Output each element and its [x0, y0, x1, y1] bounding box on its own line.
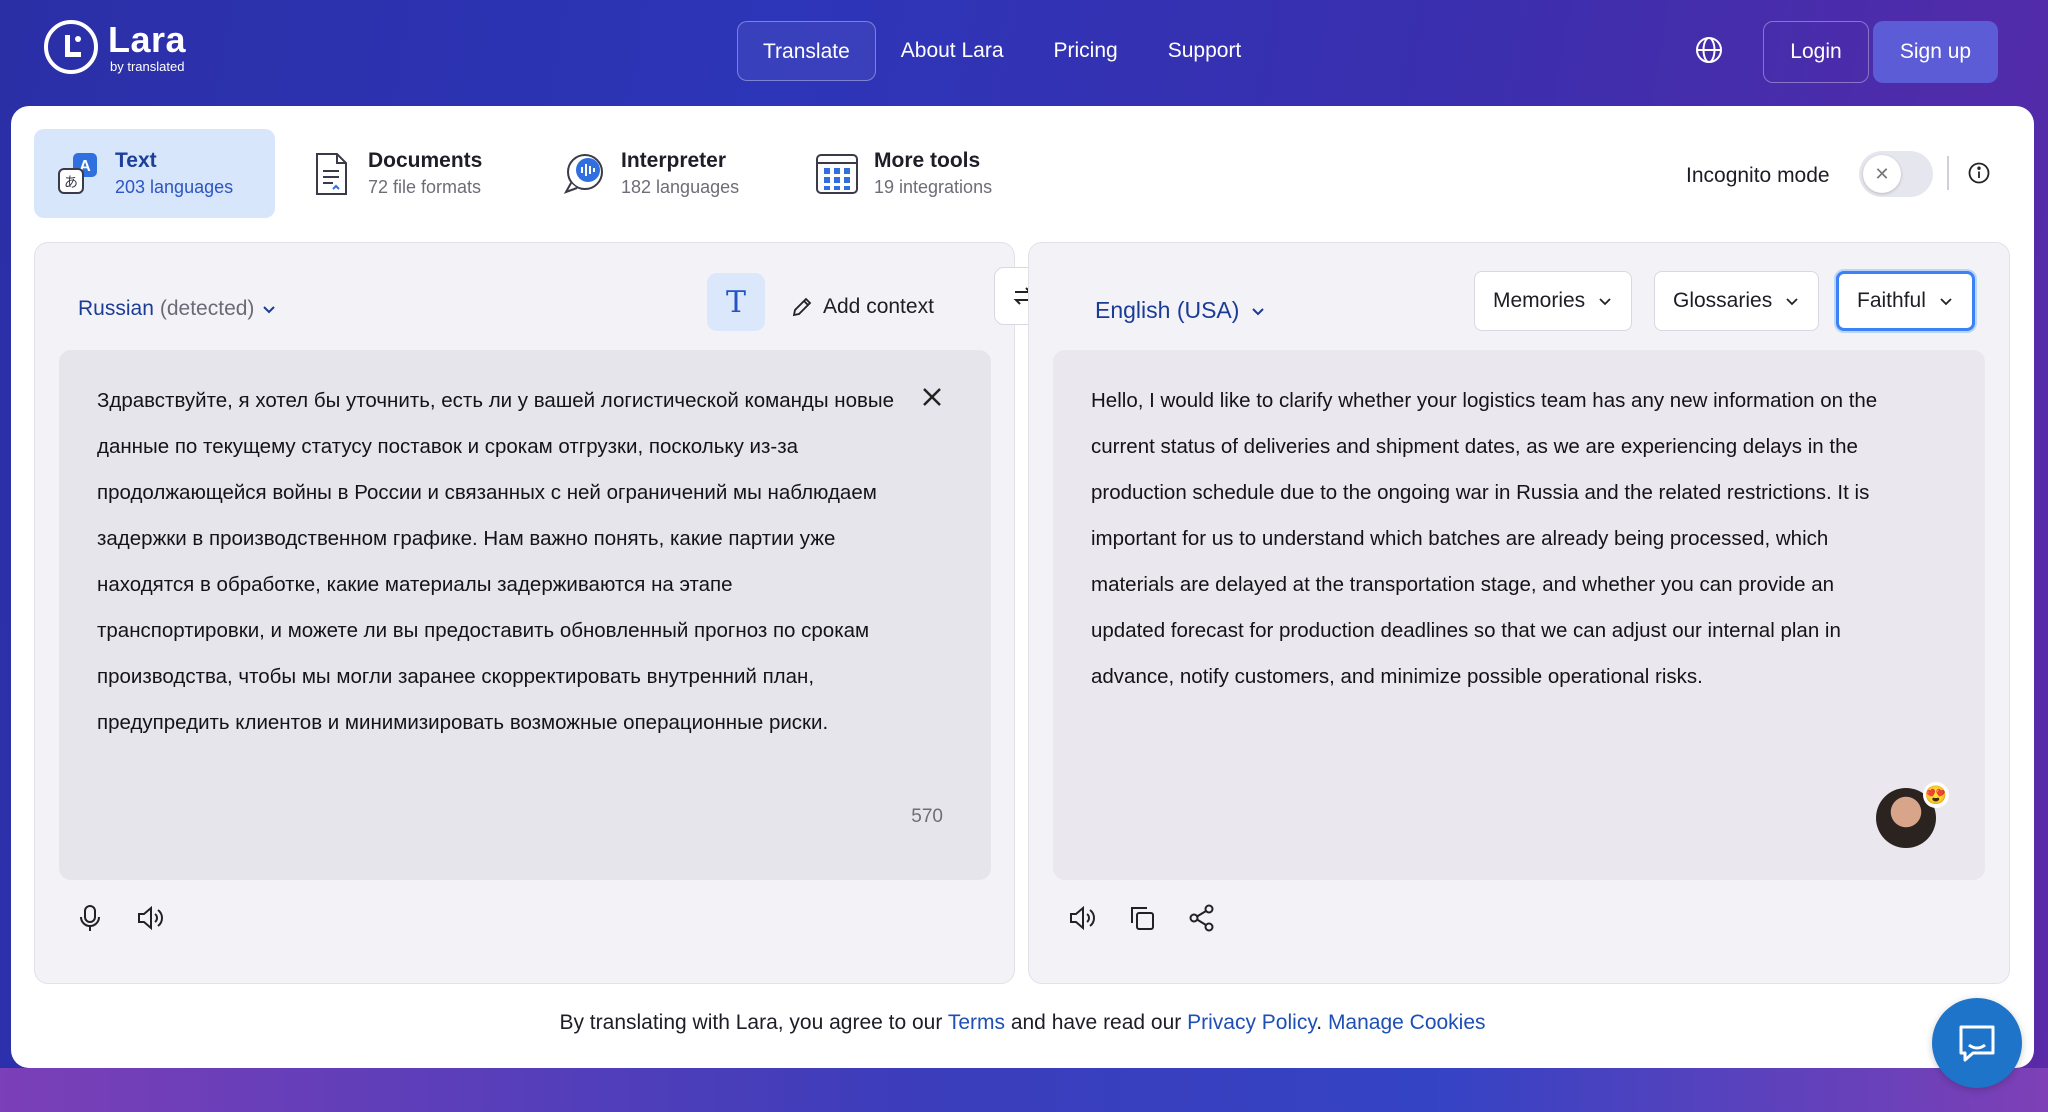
signup-button[interactable]: Sign up — [1873, 21, 1998, 83]
pencil-icon — [792, 297, 812, 317]
copy-icon[interactable] — [1127, 903, 1157, 933]
divider — [1947, 156, 1949, 190]
speaker-icon[interactable] — [1067, 903, 1097, 933]
chat-support-button[interactable] — [1932, 998, 2022, 1088]
tab-interpreter[interactable]: Interpreter 182 languages — [540, 129, 781, 218]
source-language-select[interactable]: Russian (detected) — [78, 297, 278, 321]
add-context-button[interactable]: Add context — [791, 295, 934, 319]
target-actions — [1067, 903, 1217, 933]
chevron-down-icon — [1252, 307, 1265, 315]
background-bottom — [0, 1068, 2048, 1112]
incognito-toggle[interactable]: ✕ — [1859, 151, 1933, 197]
tab-more-tools-title: More tools — [874, 149, 981, 172]
manage-cookies-link[interactable]: Manage Cookies — [1328, 1011, 1486, 1034]
memories-dropdown[interactable]: Memories — [1474, 271, 1633, 331]
interpreter-icon — [561, 151, 607, 197]
nav-translate[interactable]: Translate — [737, 21, 876, 81]
target-language-select[interactable]: English (USA) — [1095, 297, 1267, 324]
login-button[interactable]: Login — [1763, 21, 1869, 83]
chevron-down-icon — [1940, 298, 1952, 306]
add-context-label: Add context — [823, 295, 934, 318]
footer-prefix: By translating with Lara, you agree to o… — [559, 1011, 948, 1034]
tab-documents-sub: 72 file formats — [368, 177, 482, 197]
speaker-icon[interactable] — [135, 903, 165, 933]
clear-text-icon[interactable] — [919, 384, 945, 410]
tab-text-sub: 203 languages — [115, 177, 234, 197]
document-icon — [308, 151, 354, 197]
target-text: Hello, I would like to clarify whether y… — [1091, 389, 1878, 688]
globe-icon[interactable] — [1694, 35, 1724, 65]
tab-documents[interactable]: Documents 72 file formats — [287, 129, 528, 218]
lara-logo[interactable]: Lara by translated — [44, 20, 186, 74]
chat-bubble-icon — [1959, 1025, 1995, 1062]
privacy-policy-link[interactable]: Privacy Policy — [1187, 1011, 1316, 1034]
target-output: Hello, I would like to clarify whether y… — [1053, 350, 1985, 880]
tab-more-tools-sub: 19 integrations — [874, 177, 993, 197]
toggle-off-icon: ✕ — [1863, 155, 1901, 193]
tab-more-tools[interactable]: More tools 19 integrations — [793, 129, 1034, 218]
glossaries-label: Glossaries — [1673, 289, 1773, 312]
tab-text[interactable]: A あ Text 203 languages — [34, 129, 275, 218]
footer-sep: . — [1316, 1011, 1328, 1034]
brand-name: Lara — [108, 18, 187, 60]
grid-icon — [814, 151, 860, 197]
source-actions — [75, 903, 165, 933]
main-nav: Translate About Lara Pricing Support — [737, 21, 1266, 81]
char-count: 570 — [911, 806, 943, 827]
translator-card: A あ Text 203 languages Documents 72 file… — [11, 106, 2034, 1068]
source-panel: Russian (detected) T Add context Здравст… — [34, 242, 1015, 984]
source-text: Здравствуйте, я хотел бы уточнить, есть … — [97, 389, 895, 734]
nav-support[interactable]: Support — [1143, 21, 1267, 81]
target-language: English (USA) — [1095, 297, 1240, 323]
info-icon[interactable] — [1968, 162, 1990, 184]
memories-label: Memories — [1493, 289, 1586, 312]
style-dropdown[interactable]: Faithful — [1836, 271, 1975, 331]
share-icon[interactable] — [1187, 903, 1217, 933]
tab-interpreter-sub: 182 languages — [621, 177, 740, 197]
chevron-down-icon — [263, 306, 276, 314]
tab-text-title: Text — [115, 149, 157, 172]
brand-sub: by translated — [110, 58, 185, 74]
svg-text:あ: あ — [64, 175, 78, 191]
microphone-icon[interactable] — [75, 903, 105, 933]
text-format-button[interactable]: T — [707, 273, 765, 331]
style-label: Faithful — [1857, 289, 1926, 312]
glossaries-dropdown[interactable]: Glossaries — [1654, 271, 1820, 331]
lara-logo-icon — [44, 20, 98, 74]
chevron-down-icon — [1599, 298, 1611, 306]
target-panel: English (USA) Memories Glossaries Faithf… — [1028, 242, 2010, 984]
terms-link[interactable]: Terms — [948, 1011, 1005, 1034]
incognito-label: Incognito mode — [1686, 164, 1830, 187]
tab-documents-title: Documents — [368, 149, 483, 172]
detected-label: (detected) — [159, 297, 255, 320]
text-translate-icon: A あ — [55, 151, 101, 197]
chevron-down-icon — [1786, 298, 1798, 306]
tab-interpreter-title: Interpreter — [621, 149, 727, 172]
tool-tabs: A あ Text 203 languages Documents 72 file… — [34, 129, 1046, 218]
footer-middle: and have read our — [1004, 1011, 1188, 1034]
nav-pricing[interactable]: Pricing — [1029, 21, 1143, 81]
source-textarea[interactable]: Здравствуйте, я хотел бы уточнить, есть … — [59, 350, 991, 880]
nav-about-lara[interactable]: About Lara — [876, 21, 1029, 81]
footer-legal: By translating with Lara, you agree to o… — [11, 1011, 2034, 1035]
heart-eyes-emoji-icon: 😍 — [1923, 782, 1949, 808]
source-language: Russian — [78, 297, 154, 320]
